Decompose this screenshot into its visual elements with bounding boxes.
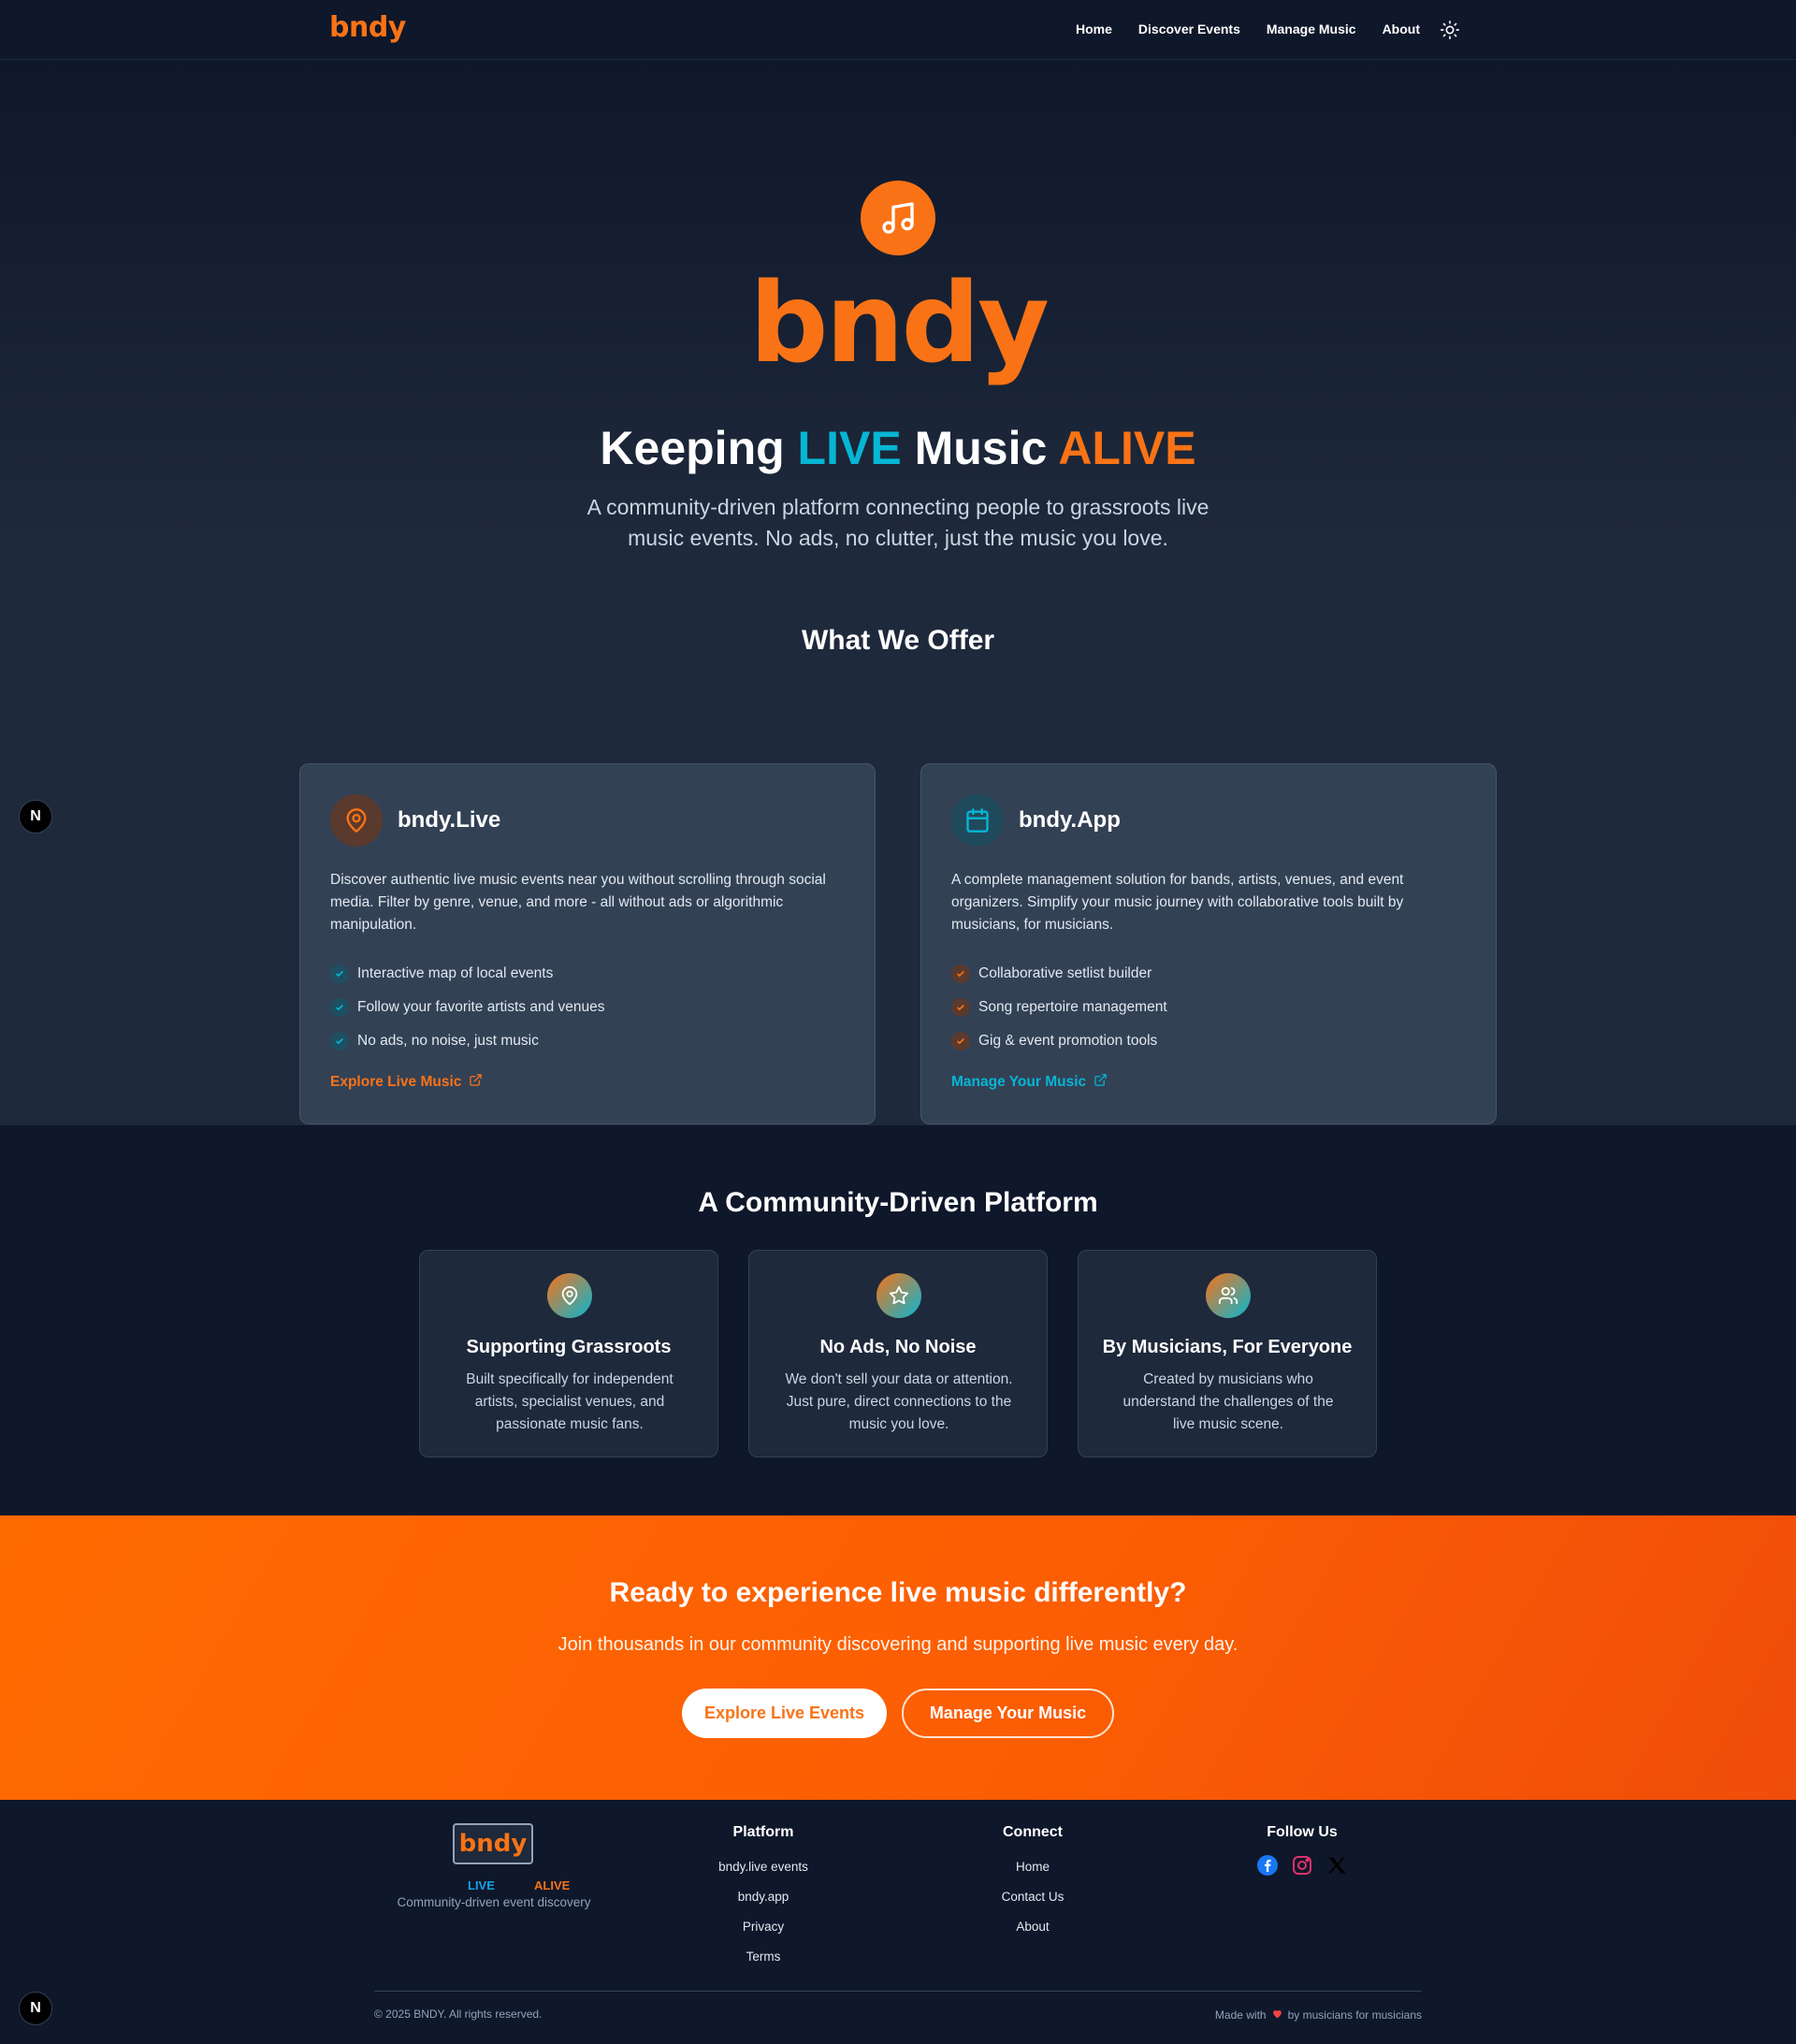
facebook-icon[interactable] [1255,1853,1280,1877]
community-card-description: We don't sell your data or attention. Ju… [785,1371,1013,1432]
feature-item: Follow your favorite artists and venues [330,991,604,1024]
hero-title: Keeping LIVE Music ALIVE [600,422,1196,474]
footer-link-bndy-app[interactable]: bndy.app [670,1882,857,1912]
nav-logo[interactable]: bndy [329,11,406,44]
check-icon [330,964,349,983]
feature-item: No ads, no noise, just music [330,1024,604,1058]
map-pin-icon [330,794,383,847]
footer-column-title: Follow Us [1267,1824,1338,1840]
community-section-title: A Community-Driven Platform [698,1187,1098,1218]
nav-link-about[interactable]: About [1383,22,1420,36]
footer-connect-column: Connect Home Contact Us About [939,1824,1126,1942]
map-pin-icon [547,1273,592,1318]
external-link-icon [1094,1073,1108,1092]
feature-item: Collaborative setlist builder [951,957,1167,991]
community-card-grassroots: Supporting Grassroots Built specifically… [419,1250,718,1457]
footer: bndy LIVE ALIVE Community-driven event d… [0,1800,1796,2044]
external-link-icon [469,1073,483,1092]
footer-link-about[interactable]: About [939,1912,1126,1942]
community-card-title: No Ads, No Noise [819,1337,977,1357]
next-dev-badge[interactable]: N [19,800,52,834]
feature-list: Interactive map of local events Follow y… [330,957,604,1058]
manage-your-music-button[interactable]: Manage Your Music [902,1689,1114,1738]
check-icon [951,1032,970,1051]
star-icon [876,1273,921,1318]
footer-link-terms[interactable]: Terms [670,1942,857,1972]
instagram-icon[interactable] [1290,1853,1314,1877]
next-dev-badge[interactable]: N [19,1992,52,2025]
community-card-title: By Musicians, For Everyone [1102,1337,1353,1357]
footer-platform-column: Platform bndy.live events bndy.app Priva… [670,1824,857,1972]
community-card-description: Created by musicians who understand the … [1122,1371,1334,1432]
community-card-by-musicians: By Musicians, For Everyone Created by mu… [1078,1250,1377,1457]
footer-column-title: Connect [1003,1824,1063,1840]
feature-item: Interactive map of local events [330,957,604,991]
nav-link-manage-music[interactable]: Manage Music [1267,22,1356,36]
footer-link-bndy-live-events[interactable]: bndy.live events [670,1852,857,1882]
footer-column-title: Platform [732,1824,794,1840]
offer-card-bndy-app: bndy.App A complete management solution … [920,763,1497,1124]
calendar-icon [951,794,1004,847]
offer-card-title: bndy.App [1019,807,1121,833]
check-icon [951,964,970,983]
users-icon [1206,1273,1251,1318]
explore-live-music-link[interactable]: Explore Live Music [330,1073,483,1092]
community-card-title: Supporting Grassroots [466,1337,672,1357]
cta-section: Ready to experience live music different… [0,1515,1796,1800]
nav-link-discover-events[interactable]: Discover Events [1138,22,1240,36]
offer-card-description: A complete management solution for bands… [951,872,1404,933]
sun-icon[interactable] [1440,20,1460,40]
hero-subtitle: A community-driven platform connecting p… [587,495,1209,550]
community-section: A Community-Driven Platform Supporting G… [0,1124,1796,1515]
top-navbar: bndy Home Discover Events Manage Music A… [0,0,1796,60]
nav-links: Home Discover Events Manage Music About [1076,22,1420,36]
cta-subtitle: Join thousands in our community discover… [558,1634,1238,1655]
footer-follow-column: Follow Us [1209,1824,1396,1852]
check-icon [330,998,349,1017]
footer-link-contact-us[interactable]: Contact Us [939,1882,1126,1912]
feature-item: Gig & event promotion tools [951,1024,1167,1058]
hero-wordmark: bndy [749,258,1050,387]
feature-list: Collaborative setlist builder Song reper… [951,957,1167,1058]
music-note-icon [861,181,935,255]
offer-card-bndy-live: bndy.Live Discover authentic live music … [299,763,876,1124]
footer-live-label: LIVE [468,1878,495,1892]
offer-section-title: What We Offer [801,625,995,656]
footer-tagline: Community-driven event discovery [397,1895,591,1909]
offer-card-description: Discover authentic live music events nea… [330,872,826,933]
footer-link-privacy[interactable]: Privacy [670,1912,857,1942]
footer-copyright: © 2025 BNDY. All rights reserved. [374,2008,543,2021]
community-card-description: Built specifically for independent artis… [466,1371,674,1432]
check-icon [330,1032,349,1051]
cta-title: Ready to experience live music different… [609,1577,1187,1608]
footer-link-home[interactable]: Home [939,1852,1126,1882]
footer-divider [374,1991,1422,1992]
hero-section: bndy Keeping LIVE Music ALIVE A communit… [0,60,1796,1124]
feature-item: Song repertoire management [951,991,1167,1024]
nav-link-home[interactable]: Home [1076,22,1112,36]
explore-live-events-button[interactable]: Explore Live Events [682,1689,887,1738]
check-icon [951,998,970,1017]
manage-your-music-link[interactable]: Manage Your Music [951,1073,1108,1092]
community-card-no-ads: No Ads, No Noise We don't sell your data… [748,1250,1048,1457]
offer-card-title: bndy.Live [398,807,501,833]
footer-made-with: Made with by musicians for musicians [1214,2008,1422,2022]
heart-icon [1271,2008,1283,2022]
x-icon[interactable] [1325,1853,1349,1877]
social-icons [1255,1853,1349,1877]
footer-logo[interactable]: bndy [453,1823,533,1864]
footer-alive-label: ALIVE [534,1878,571,1892]
